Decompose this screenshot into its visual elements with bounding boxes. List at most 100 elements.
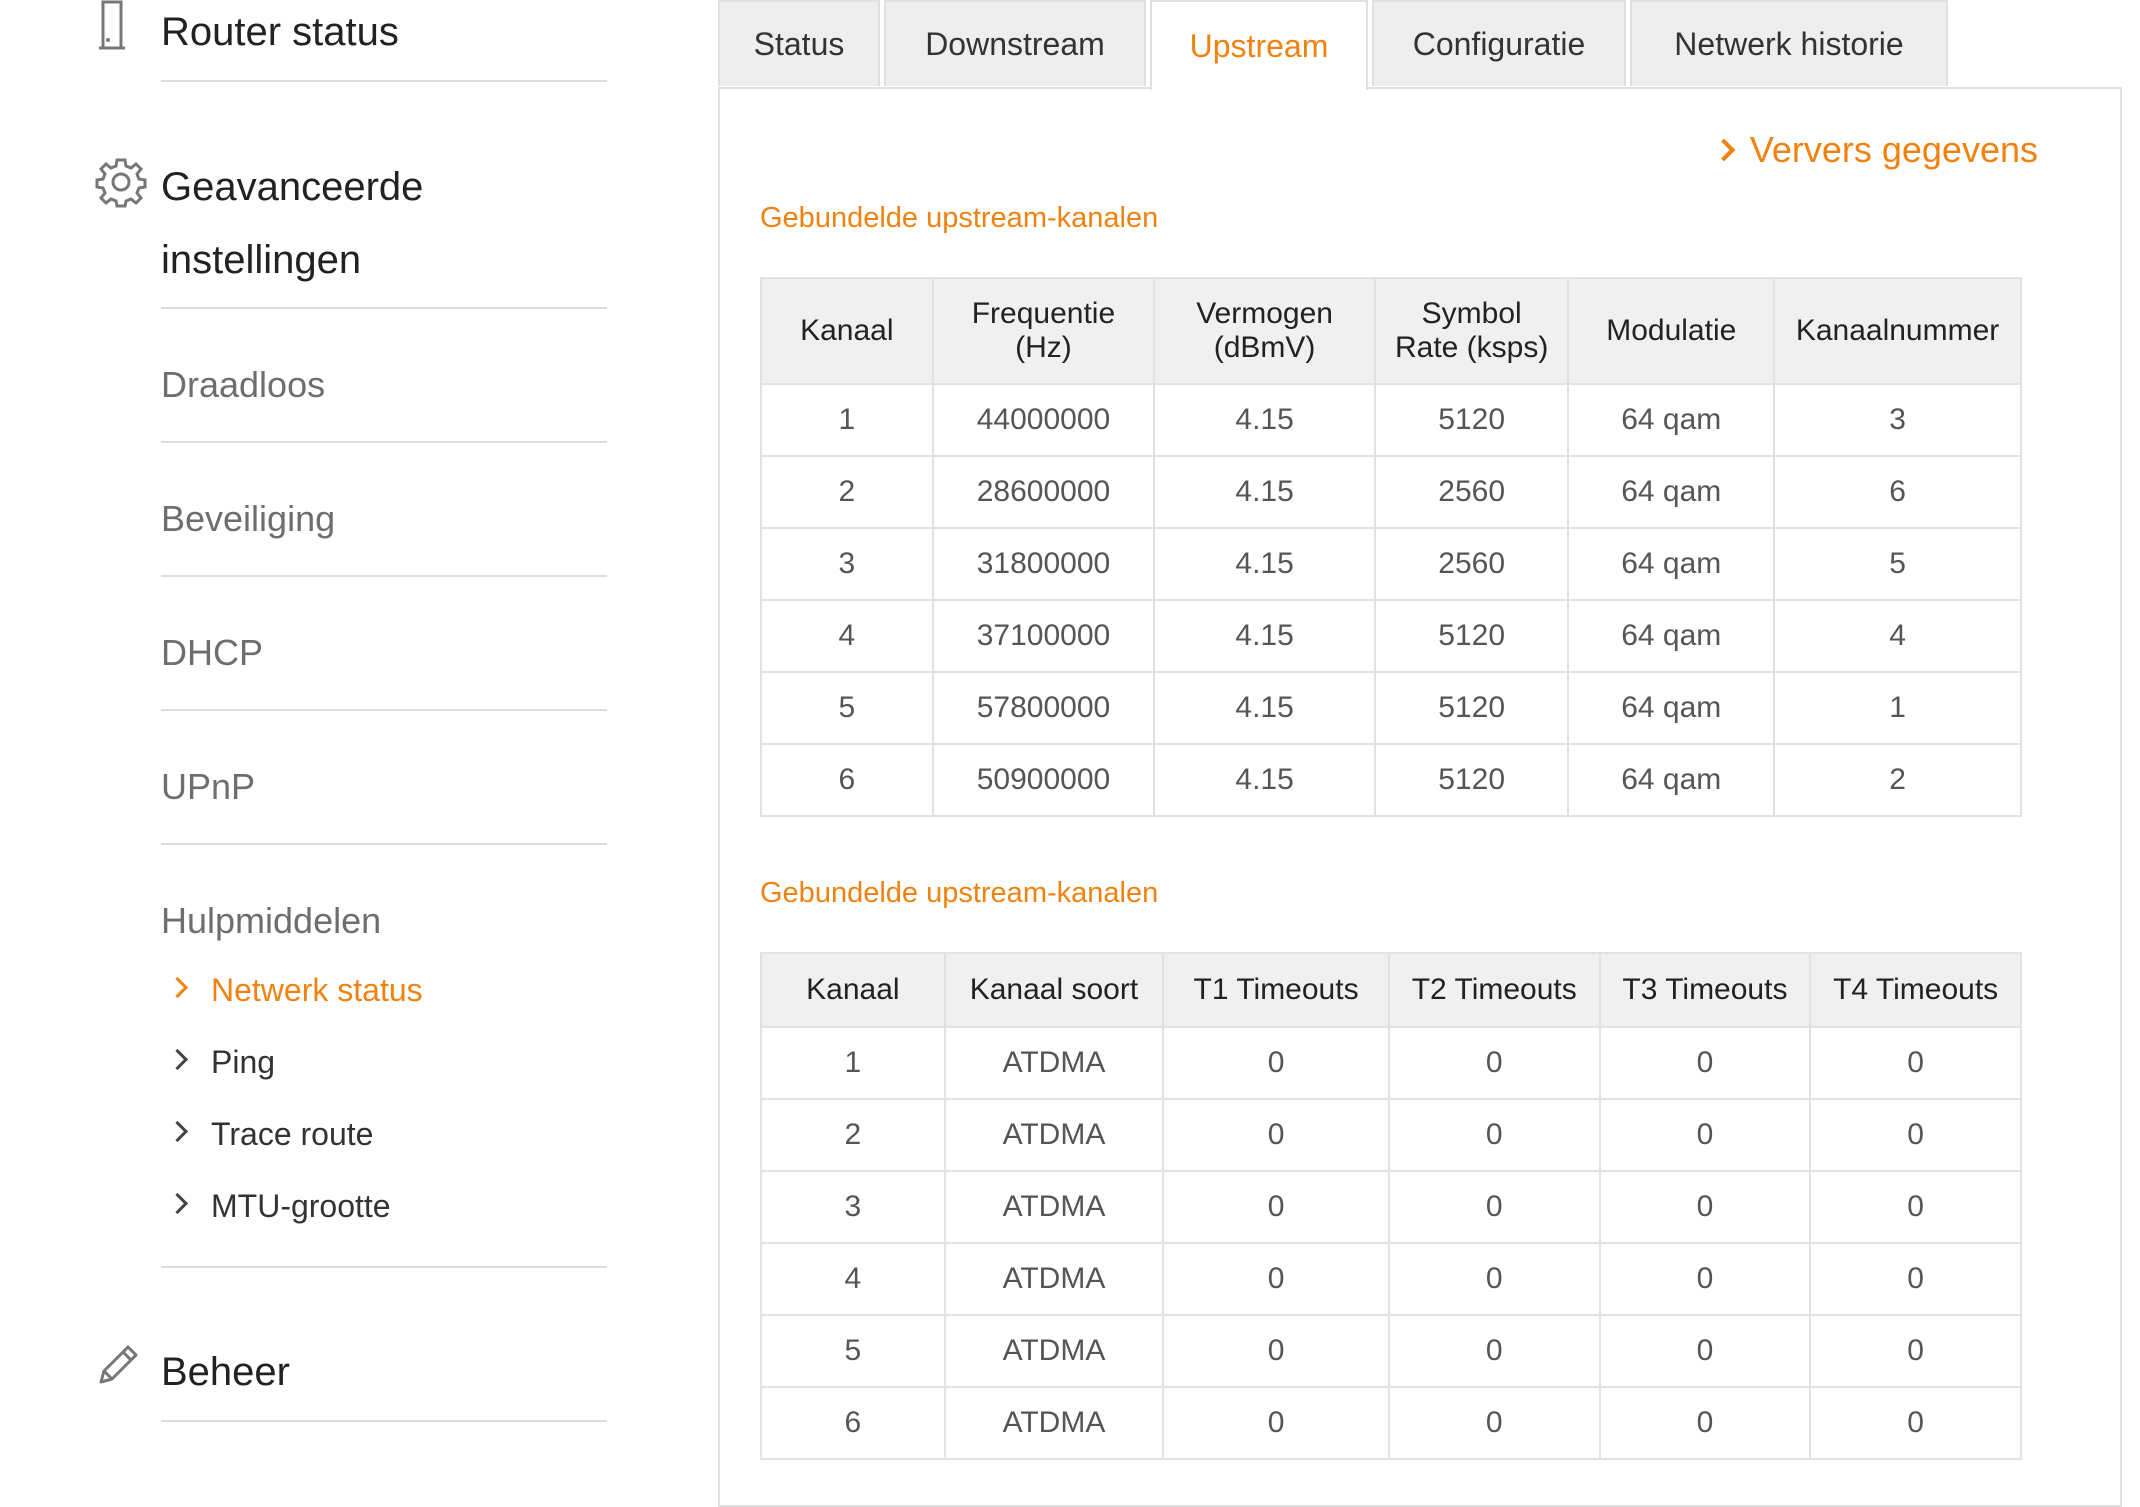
- column-header-label: Frequentie: [971, 297, 1116, 330]
- refresh-data-link[interactable]: Ververs gegevens: [1712, 129, 2038, 171]
- table-row: 3 31800000 4.15 2560 64 qam 5: [760, 527, 2022, 601]
- table-cell: 6: [1773, 455, 2022, 529]
- column-header: T3 Timeouts: [1598, 952, 1812, 1028]
- sidebar-item-upnp[interactable]: UPnP: [161, 766, 255, 808]
- section-title-upstream-timeouts: Gebundelde upstream-kanalen: [760, 877, 1159, 909]
- sidebar-item-hulpmiddelen[interactable]: Hulpmiddelen: [161, 900, 381, 942]
- table-cell: 2560: [1373, 455, 1570, 529]
- table-cell: 4.15: [1153, 743, 1376, 817]
- column-header-unit: Rate (ksps): [1394, 331, 1549, 364]
- table-cell: 4.15: [1153, 455, 1376, 529]
- table-cell: 0: [1162, 1170, 1390, 1244]
- table-cell: 0: [1387, 1386, 1601, 1460]
- column-header-label: Kanaal: [800, 314, 894, 347]
- table-cell: 4.15: [1153, 383, 1376, 457]
- upstream-timeouts-body: 1 ATDMA 0 0 0 0 2 ATDMA 0 0 0 0 3 ATDMA 0 0 0 0 4 ATDMA 0 0 0 0…: [760, 1026, 2022, 1460]
- sidebar: Router status Geavanceerde instellingen …: [0, 0, 620, 1498]
- pencil-icon: [95, 1340, 143, 1393]
- sidebar-subitem-mtu-grootte[interactable]: MTU-grootte: [166, 1188, 391, 1225]
- tab-upstream[interactable]: Upstream: [1150, 0, 1368, 90]
- tab-downstream[interactable]: Downstream: [884, 0, 1146, 86]
- sidebar-divider: [161, 441, 607, 443]
- tab-status[interactable]: Status: [718, 0, 880, 86]
- sidebar-item-beveiliging[interactable]: Beveiliging: [161, 498, 335, 540]
- table-cell: 31800000: [931, 527, 1156, 601]
- router-icon: [95, 0, 129, 57]
- section-title-upstream-channels: Gebundelde upstream-kanalen: [760, 202, 1159, 234]
- column-header: Modulatie: [1567, 277, 1776, 385]
- table-cell: 5: [1773, 527, 2022, 601]
- column-header-label: Symbol: [1421, 297, 1522, 330]
- sidebar-advanced-settings-line2[interactable]: instellingen: [161, 238, 361, 283]
- column-header-label: T4 Timeouts: [1833, 973, 1999, 1006]
- gear-icon: [95, 156, 147, 213]
- table-cell: 0: [1387, 1170, 1601, 1244]
- column-header: T2 Timeouts: [1387, 952, 1601, 1028]
- sidebar-divider: [161, 843, 607, 845]
- table-cell: 64 qam: [1567, 599, 1776, 673]
- table-cell: 4: [1773, 599, 2022, 673]
- table-cell: 64 qam: [1567, 383, 1776, 457]
- sidebar-advanced-settings-line1[interactable]: Geavanceerde: [161, 165, 423, 210]
- table-cell: 2560: [1373, 527, 1570, 601]
- table-cell: 64 qam: [1567, 527, 1776, 601]
- table-cell: 0: [1162, 1026, 1390, 1100]
- table-cell: 64 qam: [1567, 671, 1776, 745]
- column-header-label: T1 Timeouts: [1193, 973, 1359, 1006]
- sidebar-beheer[interactable]: Beheer: [161, 1350, 290, 1395]
- sidebar-subitem-label: MTU-grootte: [211, 1188, 391, 1224]
- table-cell: 4.15: [1153, 527, 1376, 601]
- sidebar-subitem-netwerk-status[interactable]: Netwerk status: [166, 972, 423, 1009]
- chevron-right-icon: [166, 1120, 189, 1143]
- column-header-label: T2 Timeouts: [1411, 973, 1577, 1006]
- sidebar-item-dhcp[interactable]: DHCP: [161, 632, 263, 674]
- table-cell: 0: [1598, 1242, 1812, 1316]
- table-cell: ATDMA: [943, 1170, 1165, 1244]
- tab-configuratie[interactable]: Configuratie: [1372, 0, 1626, 86]
- table-cell: 2: [1773, 743, 2022, 817]
- table-cell: 0: [1162, 1242, 1390, 1316]
- sidebar-item-draadloos[interactable]: Draadloos: [161, 364, 325, 406]
- table-cell: 50900000: [931, 743, 1156, 817]
- table-cell: 2: [760, 455, 934, 529]
- table-cell: 0: [1598, 1314, 1812, 1388]
- table-cell: 57800000: [931, 671, 1156, 745]
- table-row: 4 37100000 4.15 5120 64 qam 4: [760, 599, 2022, 673]
- upstream-channels-table: Kanaal Frequentie (Hz) Vermogen (dBmV) S…: [760, 277, 2022, 817]
- table-cell: 0: [1598, 1026, 1812, 1100]
- sidebar-divider: [161, 80, 607, 82]
- table-cell: 3: [760, 1170, 946, 1244]
- sidebar-subitem-label: Netwerk status: [211, 972, 423, 1008]
- column-header: Kanaalnummer: [1773, 277, 2022, 385]
- column-header-label: T3 Timeouts: [1622, 973, 1788, 1006]
- column-header: Kanaal: [760, 277, 934, 385]
- table-cell: 0: [1809, 1170, 2022, 1244]
- sidebar-divider: [161, 575, 607, 577]
- sidebar-subitem-ping[interactable]: Ping: [166, 1044, 276, 1081]
- table-cell: 5: [760, 671, 934, 745]
- table-row: 1 44000000 4.15 5120 64 qam 3: [760, 383, 2022, 457]
- table-cell: 1: [760, 383, 934, 457]
- table-cell: 5120: [1373, 671, 1570, 745]
- upstream-channels-body: 1 44000000 4.15 5120 64 qam 3 2 28600000 4.15 256…: [760, 383, 2022, 817]
- table-row: 5 ATDMA 0 0 0 0: [760, 1314, 2022, 1388]
- table-cell: 64 qam: [1567, 455, 1776, 529]
- column-header: Symbol Rate (ksps): [1373, 277, 1570, 385]
- table-row: 6 50900000 4.15 5120 64 qam 2: [760, 743, 2022, 817]
- table-cell: 0: [1162, 1386, 1390, 1460]
- table-cell: 0: [1809, 1314, 2022, 1388]
- sidebar-subitem-label: Trace route: [211, 1116, 374, 1152]
- table-row: 2 ATDMA 0 0 0 0: [760, 1098, 2022, 1172]
- table-cell: 0: [1387, 1242, 1601, 1316]
- table-row: 4 ATDMA 0 0 0 0: [760, 1242, 2022, 1316]
- table-row: 2 28600000 4.15 2560 64 qam 6: [760, 455, 2022, 529]
- column-header-label: Kanaal: [806, 973, 900, 1006]
- sidebar-subitem-label: Ping: [211, 1044, 276, 1080]
- tab-netwerk-historie[interactable]: Netwerk historie: [1630, 0, 1948, 86]
- sidebar-subitem-trace-route[interactable]: Trace route: [166, 1116, 374, 1153]
- table-cell: 3: [760, 527, 934, 601]
- sidebar-router-status[interactable]: Router status: [161, 10, 399, 55]
- table-cell: 2: [760, 1098, 946, 1172]
- column-header: Kanaal: [760, 952, 946, 1028]
- table-cell: 0: [1598, 1170, 1812, 1244]
